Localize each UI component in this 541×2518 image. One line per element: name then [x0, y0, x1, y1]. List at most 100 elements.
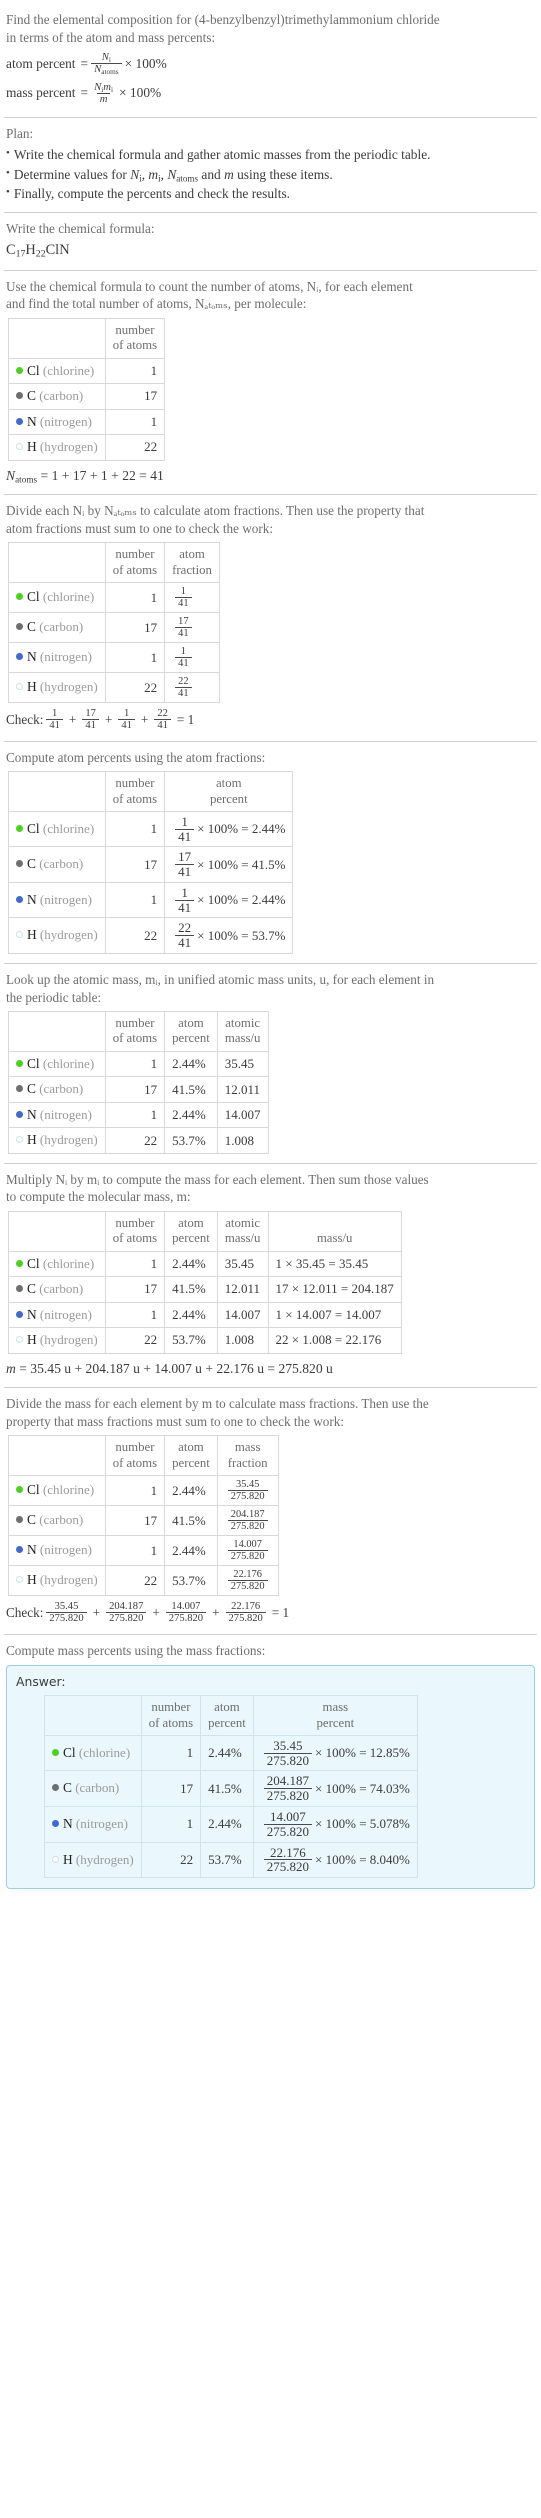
check-label: Check: [6, 711, 44, 727]
list-item: • Finally, compute the percents and chec… [6, 184, 535, 203]
element-cell-cl: Cl (chlorine) [8, 582, 106, 614]
element-cell-h: H (hydrogen) [44, 1841, 142, 1879]
list-item: • Determine values for Ni, mi, Natoms an… [6, 165, 535, 184]
answer-callout: Answer: number of atoms atom percent mass p… [6, 1665, 535, 1890]
mass-percent-times100: × 100% [119, 85, 162, 101]
check-label: Check: [6, 1604, 44, 1620]
header-number-of-atoms: number of atoms [104, 771, 166, 812]
element-color-chip-h [16, 931, 23, 939]
divider [4, 116, 537, 118]
formula-C-count: 17 [15, 248, 26, 260]
element-cell-h: H (hydrogen) [8, 434, 106, 461]
header-atom-fraction: atom fraction [164, 542, 220, 584]
mass-fraction-c: 204.187 275.820 [216, 1505, 279, 1537]
problem-title-line2: in terms of the atom and mass percents: [6, 29, 216, 45]
mass-percent-c: 204.187 275.820 × 100% = 74.03% [252, 1770, 418, 1807]
atom-count-table: number of atoms Cl (chlorine) 1 C (carbon… [8, 317, 166, 461]
atom-percent-h: 53.7% [164, 1327, 218, 1354]
element-color-chip-cl [16, 824, 23, 832]
header-element [8, 317, 106, 359]
count-prompt-line2: and find the total number of atoms, Nₐₜₒ… [6, 296, 307, 312]
element-cell-c: C (carbon) [8, 1276, 106, 1303]
table-row: N (nitrogen) 1 2.44% 14.007 [8, 1101, 269, 1129]
mass-percent-definition: mass percent = Nimi m × 100% [6, 81, 535, 106]
element-cell-n: N (nitrogen) [44, 1805, 142, 1843]
fraction-h: 22 41 [164, 672, 220, 704]
m-denominator: m [99, 93, 108, 106]
mass-product-cl: 1 × 35.45 = 35.45 [267, 1250, 402, 1278]
element-color-chip-h [16, 1576, 23, 1584]
count-n: 1 [104, 408, 166, 436]
header-number-of-atoms: number of atoms [104, 1210, 166, 1252]
count-prompt-line1: Use the chemical formula to count the nu… [6, 278, 413, 294]
atom-percent-section: Compute atom percents using the atom fra… [4, 744, 537, 961]
atom-percent-cl: 2.44% [164, 1250, 218, 1278]
element-cell-n: N (nitrogen) [8, 1101, 106, 1129]
count-h: 22 [140, 1841, 202, 1879]
element-cell-c: C (carbon) [44, 1770, 142, 1807]
table-row: H (hydrogen) 22 53.7% 22.176 275.820 [8, 1565, 279, 1597]
divider [4, 269, 537, 271]
count-h: 22 [104, 917, 166, 954]
atomic-mass-h: 1.008 [216, 1327, 269, 1354]
plan-title: Plan: [6, 125, 34, 141]
header-atom-percent: atom percent [164, 1011, 218, 1052]
count-n: 1 [104, 1301, 166, 1329]
formula-prompt: Write the chemical formula: [6, 221, 155, 237]
atom-percent-table: number of atoms atom percent Cl (chlorine)… [8, 771, 294, 954]
element-cell-h: H (hydrogen) [8, 1127, 106, 1154]
count-h: 22 [104, 1327, 166, 1354]
atom-fraction-check: Check: 1 41 + 17 41 + 1 41 + 22 41 = 1 [6, 708, 195, 732]
element-color-chip-cl [16, 366, 23, 374]
fraction-cl: 1 41 [164, 582, 220, 614]
element-mass-section: Multiply Nᵢ by mᵢ to compute the mass fo… [4, 1166, 537, 1386]
mass-fraction-h: 22.176 275.820 [216, 1565, 279, 1597]
answer-prompt: Compute mass percents using the mass fra… [6, 1642, 266, 1658]
atom-percent-c: 17 41 × 100% = 41.5% [164, 846, 294, 883]
mass-fraction-prompt-line1: Divide the mass for each element by m to… [6, 1396, 429, 1412]
header-number-of-atoms: number of atoms [104, 542, 166, 584]
atom-percent-cl: 2.44% [200, 1734, 254, 1772]
element-color-chip-cl [16, 1059, 23, 1067]
fraction-prompt-line2: atom fractions must sum to one to check … [6, 520, 273, 536]
element-cell-h: H (hydrogen) [8, 1565, 106, 1597]
header-number-of-atoms: number of atoms [140, 1695, 202, 1736]
mass-prompt-line1: Multiply Nᵢ by mᵢ to compute the mass fo… [6, 1171, 429, 1187]
count-h: 22 [104, 1565, 166, 1597]
atomic-mass-cl: 35.45 [216, 1250, 269, 1278]
count-h: 22 [104, 672, 166, 704]
table-row: H (hydrogen) 22 22 41 × 100% = 53.7% [8, 917, 294, 954]
equals-sign: = [80, 55, 89, 71]
count-cl: 1 [104, 1050, 166, 1078]
mass-prompt-line2: to compute the molecular mass, m: [6, 1189, 191, 1205]
element-cell-cl: Cl (chlorine) [8, 810, 106, 848]
divider [4, 1162, 537, 1164]
element-color-chip-h [16, 1136, 23, 1144]
header-number-of-atoms: number of atoms [104, 1011, 166, 1052]
element-color-chip-cl [52, 1748, 59, 1756]
table-row: H (hydrogen) 22 [8, 434, 166, 461]
atom-percent-h: 53.7% [200, 1841, 254, 1879]
element-color-chip-h [52, 1855, 59, 1863]
mass-fraction-table: number of atoms atom percent mass fraction … [8, 1435, 279, 1597]
element-cell-cl: Cl (chlorine) [8, 1050, 106, 1078]
element-cell-c: C (carbon) [8, 383, 106, 410]
element-mass-table: number of atoms atom percent atomic mass/u … [8, 1210, 402, 1354]
header-element [8, 1435, 106, 1477]
element-color-chip-c [16, 392, 23, 400]
count-n: 1 [104, 881, 166, 919]
mass-fraction-n: 14.007 275.820 [216, 1535, 279, 1567]
count-n: 1 [104, 1101, 166, 1129]
header-number-of-atoms: number of atoms [104, 1435, 166, 1477]
atomic-mass-n: 14.007 [216, 1101, 269, 1129]
element-color-chip-n [16, 1310, 23, 1318]
element-cell-c: C (carbon) [8, 846, 106, 883]
list-item: • Write the chemical formula and gather … [6, 145, 535, 164]
table-row: C (carbon) 17 41.5% 12.011 17 × 12.011 =… [8, 1276, 402, 1303]
mass-fraction-section: Divide the mass for each element by m to… [4, 1390, 537, 1631]
fraction-n: 1 41 [164, 642, 220, 674]
divider [4, 962, 537, 964]
problem-title-line1: Find the elemental composition for (4-be… [6, 12, 440, 27]
count-n: 1 [140, 1805, 202, 1843]
mass-fraction-cl: 35.45 275.820 [216, 1475, 279, 1507]
